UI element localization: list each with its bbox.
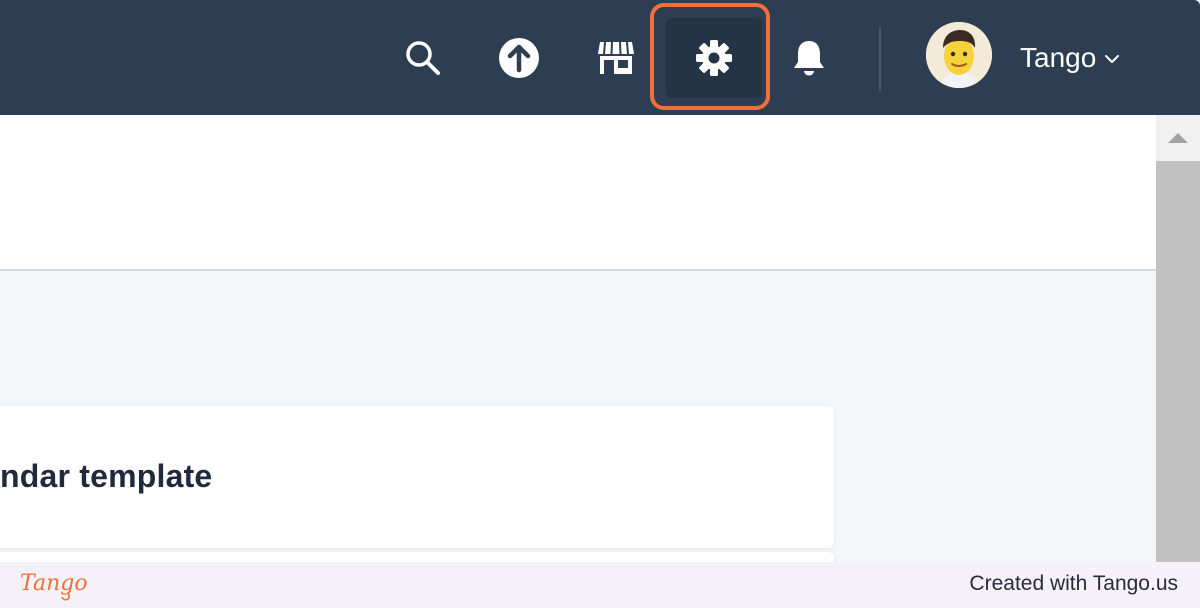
avatar-illustration [926, 22, 992, 88]
gear-icon [696, 40, 732, 76]
scroll-thumb[interactable] [1156, 161, 1200, 608]
upload-button[interactable] [478, 18, 560, 98]
footer-watermark: Tango Created with Tango.us [0, 562, 1200, 608]
upload-icon [499, 38, 539, 78]
triangle-up-icon [1168, 133, 1188, 143]
search-button[interactable] [382, 18, 464, 98]
search-icon [406, 41, 440, 75]
tango-logo: Tango [20, 571, 88, 601]
avatar[interactable] [926, 22, 992, 88]
page-header-panel [0, 115, 1156, 271]
settings-button[interactable] [666, 18, 762, 98]
top-nav-bar: Tango [0, 0, 1200, 115]
footer-credit: Created with Tango.us [969, 572, 1178, 595]
bell-icon [794, 41, 824, 76]
vertical-scrollbar[interactable] [1156, 115, 1200, 608]
marketplace-button[interactable] [575, 18, 657, 98]
app-window: Tango ndar template Tango Created with T… [0, 0, 1200, 608]
svg-text:Tango: Tango [20, 571, 88, 596]
chevron-down-icon [1105, 55, 1120, 63]
marketplace-icon [598, 41, 634, 74]
user-name: Tango [1020, 42, 1097, 73]
notifications-button[interactable] [768, 18, 850, 98]
nav-divider [879, 27, 881, 91]
scroll-up-button[interactable] [1156, 115, 1200, 161]
user-menu[interactable]: Tango [1020, 38, 1120, 78]
template-card-title[interactable]: ndar template [0, 458, 212, 495]
